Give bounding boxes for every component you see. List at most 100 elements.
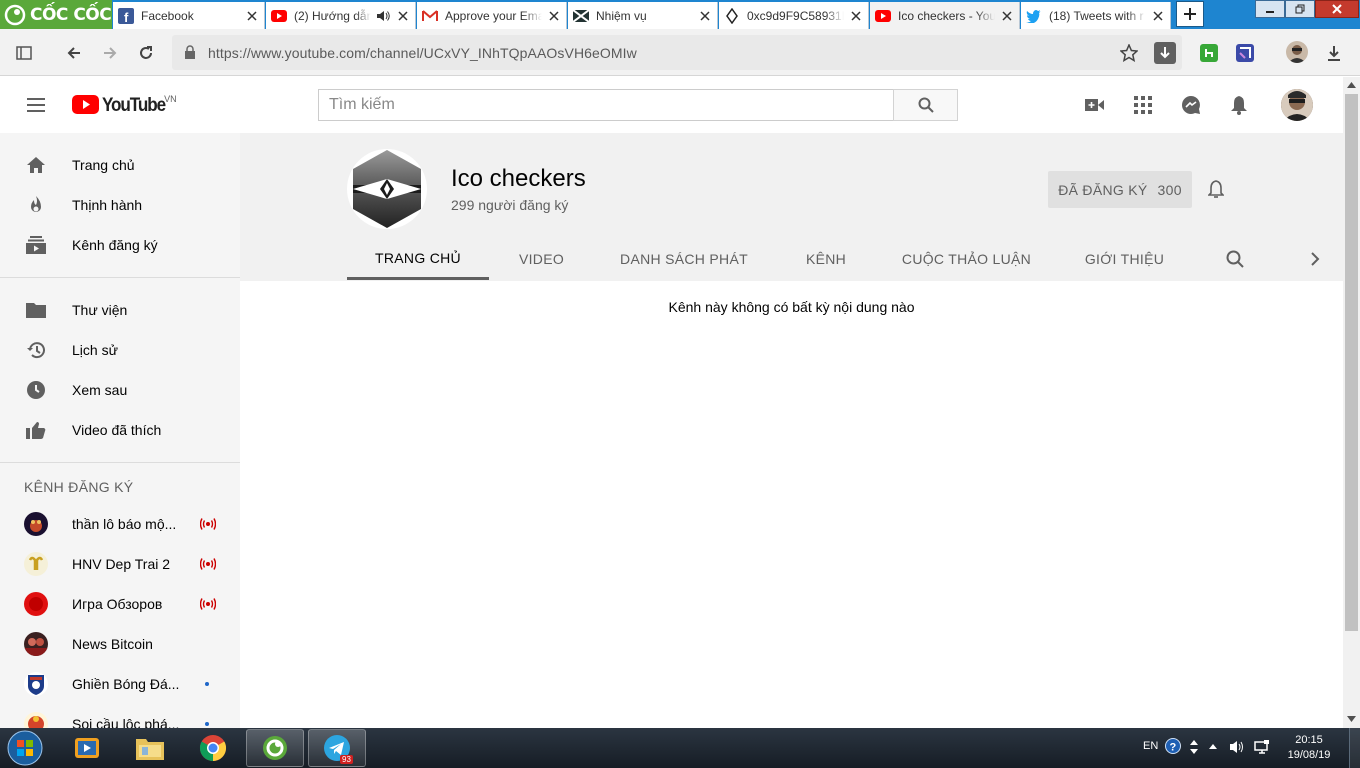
sidebar-item-trending[interactable]: Thịnh hành	[0, 185, 240, 225]
close-window-button[interactable]	[1315, 0, 1359, 18]
close-tab-icon[interactable]	[848, 8, 864, 24]
taskbar-coccoc[interactable]	[246, 729, 304, 767]
gmail-icon	[422, 8, 438, 24]
sidebar-toggle-button[interactable]	[12, 41, 36, 65]
browser-tab[interactable]: (18) Tweets with r	[1021, 2, 1171, 29]
show-hidden-icons-button[interactable]	[1208, 742, 1218, 750]
close-tab-icon[interactable]	[546, 8, 562, 24]
taskbar-media-player[interactable]	[58, 729, 116, 767]
search-input[interactable]: Tìm kiếm	[318, 89, 894, 121]
help-tray-button[interactable]: ?	[1165, 738, 1181, 754]
reload-icon	[140, 46, 152, 59]
sidebar-item-home[interactable]: Trang chủ	[0, 145, 240, 185]
speaker-icon[interactable]	[375, 8, 391, 24]
volume-tray-button[interactable]	[1229, 739, 1245, 755]
scrollbar-thumb[interactable]	[1345, 94, 1358, 631]
close-tab-icon[interactable]	[244, 8, 260, 24]
channel-avatar	[24, 552, 48, 576]
page-scrollbar[interactable]	[1343, 77, 1360, 728]
arrow-left-icon	[67, 47, 80, 59]
sidebar-item-library[interactable]: Thư viện	[0, 290, 240, 330]
downloads-button[interactable]	[1322, 41, 1346, 65]
speaker-icon	[1230, 741, 1243, 753]
video-camera-icon	[1085, 99, 1104, 111]
youtube-logo[interactable]: YouTube VN	[72, 94, 177, 117]
channel-search-button[interactable]	[1215, 238, 1255, 280]
restore-button[interactable]	[1285, 0, 1315, 18]
extension-button[interactable]	[1233, 41, 1257, 65]
guide-menu-button[interactable]	[24, 93, 48, 117]
back-button[interactable]	[62, 41, 86, 65]
live-broadcast-icon	[200, 596, 216, 612]
taskbar-file-explorer[interactable]	[121, 729, 179, 767]
create-video-button[interactable]	[1083, 93, 1107, 117]
star-icon[interactable]	[1120, 44, 1138, 62]
browser-tab[interactable]: Nhiệm vụ	[568, 2, 718, 29]
sidebar-item-subscriptions[interactable]: Kênh đăng ký	[0, 225, 240, 265]
channel-avatar-large[interactable]	[347, 149, 427, 229]
browser-tab[interactable]: 0xc9d9F9C58931F	[719, 2, 869, 29]
windows-start-orb-icon	[7, 730, 43, 766]
tabs-scroll-right-button[interactable]	[1300, 238, 1330, 280]
language-bar-arrows[interactable]	[1189, 738, 1199, 756]
tab-about[interactable]: GIỚI THIỆU	[1055, 238, 1194, 280]
browser-tab-bar: CỐC CỐC f Facebook (2) Hướng dẫn Approve…	[0, 0, 1360, 29]
tab-videos[interactable]: VIDEO	[489, 238, 594, 280]
close-tab-icon[interactable]	[395, 8, 411, 24]
reload-button[interactable]	[134, 41, 158, 65]
scroll-down-arrow-icon[interactable]	[1347, 716, 1356, 722]
tab-home[interactable]: TRANG CHỦ	[347, 238, 489, 280]
subscribed-button[interactable]: ĐÃ ĐĂNG KÝ 300	[1048, 171, 1192, 208]
show-desktop-button[interactable]	[1349, 728, 1360, 768]
minimize-button[interactable]	[1255, 0, 1285, 18]
save-video-button[interactable]	[1154, 42, 1176, 64]
new-tab-button[interactable]	[1176, 1, 1204, 27]
profile-avatar[interactable]	[1286, 41, 1308, 63]
close-tab-icon[interactable]	[999, 8, 1015, 24]
address-bar[interactable]: https://www.youtube.com/channel/UCxVY_IN…	[172, 35, 1182, 70]
ico-checkers-logo-icon	[353, 150, 421, 228]
search-button[interactable]	[893, 89, 958, 121]
updown-arrows-icon	[1190, 740, 1198, 754]
browser-tab-active[interactable]: Ico checkers - YouTube	[870, 2, 1020, 29]
tab-playlists[interactable]: DANH SÁCH PHÁT	[594, 238, 774, 280]
subscription-item[interactable]: HNV Dep Trai 2	[0, 544, 240, 584]
taskbar-chrome[interactable]	[184, 729, 242, 767]
tab-discussion[interactable]: CUỘC THẢO LUẬN	[878, 238, 1055, 280]
network-tray-button[interactable]	[1254, 739, 1270, 755]
sidebar-item-watch-later[interactable]: Xem sau	[0, 370, 240, 410]
subscription-item[interactable]: Ghiền Bóng Đá...	[0, 664, 240, 704]
start-button[interactable]	[4, 729, 46, 767]
browser-tab[interactable]: f Facebook	[113, 2, 265, 29]
tab-channels[interactable]: KÊNH	[774, 238, 878, 280]
download-icon	[1328, 46, 1340, 61]
extension-button[interactable]	[1197, 41, 1221, 65]
extension-green-icon	[1200, 44, 1218, 62]
subscription-item[interactable]: News Bitcoin	[0, 624, 240, 664]
notification-bell-button[interactable]	[1204, 177, 1228, 201]
sidebar-item-history[interactable]: Lịch sử	[0, 330, 240, 370]
window-controls	[1255, 0, 1359, 20]
close-tab-icon[interactable]	[697, 8, 713, 24]
taskbar-telegram[interactable]: 93	[308, 729, 366, 767]
channel-name: Ico checkers	[451, 165, 586, 192]
system-clock[interactable]: 20:15 19/08/19	[1278, 733, 1340, 763]
subscription-item[interactable]: Soi cầu lộc phá...	[0, 704, 240, 728]
close-tab-icon[interactable]	[1150, 8, 1166, 24]
messages-button[interactable]	[1179, 93, 1203, 117]
browser-tab[interactable]: (2) Hướng dẫn	[266, 2, 416, 29]
apps-button[interactable]	[1131, 93, 1155, 117]
forward-button[interactable]	[98, 41, 122, 65]
empty-channel-message: Kênh này không có bất kỳ nội dung nào	[668, 299, 915, 315]
input-language[interactable]: EN	[1143, 740, 1158, 752]
notifications-button[interactable]	[1227, 93, 1251, 117]
telegram-unread-badge: 93	[340, 755, 353, 764]
browser-tab[interactable]: Approve your Email	[417, 2, 567, 29]
subscription-item[interactable]: thần lô báo mộ...	[0, 504, 240, 544]
sidebar-item-liked-videos[interactable]: Video đã thích	[0, 410, 240, 450]
subscription-item[interactable]: Игра Обзоров	[0, 584, 240, 624]
scroll-up-arrow-icon[interactable]	[1347, 82, 1356, 88]
coccoc-logo[interactable]: CỐC CỐC	[0, 0, 112, 29]
youtube-icon	[271, 8, 287, 24]
account-avatar[interactable]	[1281, 89, 1313, 121]
